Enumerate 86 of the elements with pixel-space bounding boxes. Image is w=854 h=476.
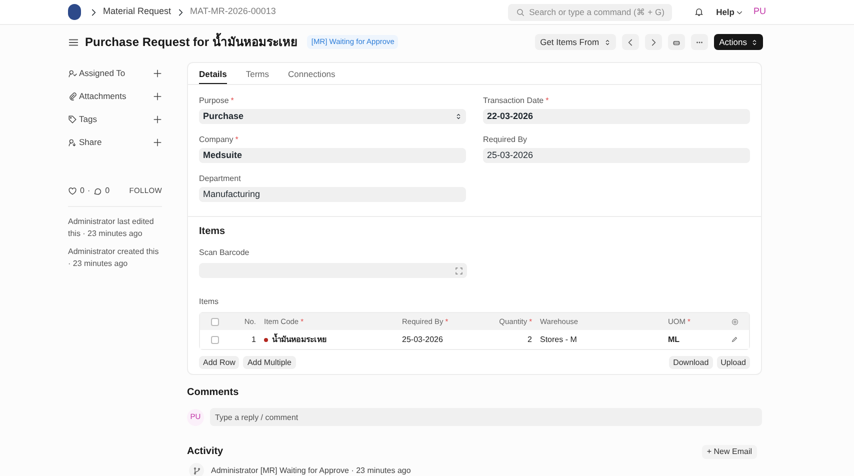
form-tab[interactable]: Terms xyxy=(246,63,270,84)
user-avatar[interactable]: PU xyxy=(753,5,766,19)
table-cell: 25-03-2026 xyxy=(402,334,443,344)
form-tab[interactable]: Details xyxy=(199,63,227,84)
edit-icon[interactable] xyxy=(731,336,738,343)
select-field[interactable]: Purchase xyxy=(199,109,466,124)
field-label: Purpose xyxy=(199,95,229,107)
table-cell: 1 xyxy=(252,334,256,344)
section-title: Activity xyxy=(187,445,224,459)
activity-log-text: Administrator last edited this · 23 minutes ago xyxy=(68,216,155,240)
settings-icon[interactable] xyxy=(730,318,738,326)
table-cell: น้ำมันหอมระเหย xyxy=(272,334,327,346)
sidebar-link[interactable]: Attachments xyxy=(79,90,153,103)
menu-icon[interactable] xyxy=(68,36,79,48)
paperclip-icon xyxy=(68,92,77,101)
input-field[interactable]: 22-03-2026 xyxy=(483,109,750,124)
add-button[interactable] xyxy=(153,115,162,124)
section-title: Items xyxy=(199,225,226,239)
sidebar-link[interactable]: Assigned To xyxy=(79,67,153,80)
like-count: 0 xyxy=(80,185,84,197)
search-icon xyxy=(516,8,526,16)
help-menu-button[interactable]: Help xyxy=(716,6,744,18)
field-label: Items xyxy=(199,296,220,308)
field-label: Company xyxy=(199,134,234,146)
get-items-button[interactable]: Get Items From xyxy=(535,34,616,50)
previous-button[interactable] xyxy=(622,34,640,50)
table-cell: ML xyxy=(668,334,680,344)
sidebar-link[interactable]: Share xyxy=(79,136,153,149)
comment-count: 0 xyxy=(105,185,110,197)
chevron-right-icon xyxy=(176,8,186,16)
input-field[interactable]: Medsuite xyxy=(199,148,466,163)
chevron-down-icon xyxy=(736,8,744,16)
select-all-checkbox[interactable] xyxy=(211,318,219,326)
input-field[interactable]: Manufacturing xyxy=(199,187,466,202)
add-button[interactable] xyxy=(153,69,162,78)
table-action-button[interactable]: Add Row xyxy=(199,356,240,369)
field-label: Transaction Date xyxy=(483,95,544,107)
table-cell: Stores - M xyxy=(540,334,577,344)
next-button[interactable] xyxy=(645,34,662,50)
new-email-button[interactable]: + New Email xyxy=(702,444,757,458)
row-checkbox[interactable] xyxy=(211,336,219,344)
required-mark: * xyxy=(546,95,549,107)
activity-log-text: Administrator created this · 23 minutes ago xyxy=(68,246,160,270)
comment-icon xyxy=(93,186,102,196)
branch-icon xyxy=(192,466,200,474)
actions-button[interactable]: Actions xyxy=(714,34,763,50)
section-title: Comments xyxy=(187,386,240,400)
up-down-caret-icon xyxy=(751,38,758,46)
up-down-caret-icon xyxy=(604,38,612,46)
plus-icon xyxy=(153,69,162,78)
field-label: Required By xyxy=(483,134,528,146)
separator-dot: · xyxy=(87,185,90,197)
breadcrumb-link[interactable]: MAT-MR-2026-00013 xyxy=(190,5,276,19)
plus-icon xyxy=(153,115,162,124)
table-action-button[interactable]: Download xyxy=(669,356,713,369)
barcode-field[interactable] xyxy=(199,263,467,278)
user-check-icon xyxy=(68,69,77,78)
table-action-button[interactable]: Upload xyxy=(716,356,750,369)
chevron-right-icon xyxy=(649,38,658,46)
field-label: Scan Barcode xyxy=(199,247,250,259)
user-share-icon xyxy=(68,138,77,147)
print-button[interactable] xyxy=(668,34,686,50)
add-button[interactable] xyxy=(153,92,162,101)
app-logo-icon[interactable] xyxy=(68,4,81,20)
input-field[interactable]: 25-03-2026 xyxy=(483,148,750,163)
field-label: Department xyxy=(199,173,241,185)
heart-icon[interactable] xyxy=(68,186,77,196)
required-mark: * xyxy=(235,134,238,146)
plus-icon xyxy=(153,92,162,101)
table-cell: 2 xyxy=(528,334,532,344)
scan-icon xyxy=(455,266,463,274)
plus-icon xyxy=(153,138,162,147)
required-mark: * xyxy=(230,95,234,107)
table-action-button[interactable]: Add Multiple xyxy=(243,356,296,369)
breadcrumb-link[interactable]: Material Request xyxy=(103,5,172,19)
page-title: Purchase Request for น้ำมันหอมระเหย xyxy=(85,33,298,51)
activity-entry: Administrator [MR] Waiting for Approve · 23 minutes ago xyxy=(211,464,411,476)
chevron-right-icon xyxy=(89,8,98,16)
up-down-caret-icon xyxy=(455,113,462,120)
sidebar-link[interactable]: Tags xyxy=(79,113,153,126)
comment-input[interactable]: Type a reply / comment xyxy=(210,408,762,426)
search-field[interactable]: Search or type a command (⌘ + G) xyxy=(508,4,672,20)
form-tab[interactable]: Connections xyxy=(288,63,336,84)
add-button[interactable] xyxy=(153,138,162,147)
tag-icon xyxy=(68,115,77,124)
bell-icon[interactable] xyxy=(694,7,704,17)
